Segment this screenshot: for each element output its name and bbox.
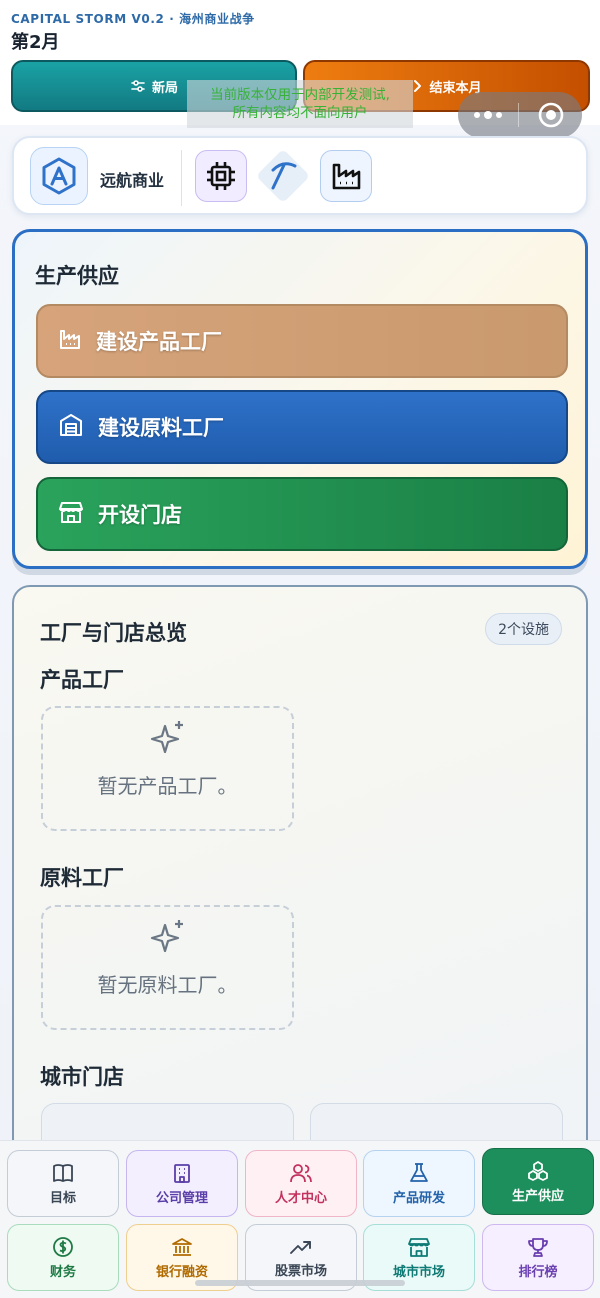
factory-icon <box>58 327 82 356</box>
build-product-factory-label: 建设产品工厂 <box>96 330 222 354</box>
company-bar: 远航商业 <box>12 136 588 215</box>
flask-icon <box>410 1162 428 1182</box>
more-dots-icon <box>474 111 502 119</box>
factory-icon[interactable] <box>320 150 372 202</box>
product-factory-empty-state: 暂无产品工厂。 <box>41 706 294 831</box>
close-miniprogram-button[interactable] <box>519 92 582 138</box>
home-indicator <box>195 1280 405 1286</box>
dev-notice-line2: 所有内容均不面向用户 <box>232 105 368 121</box>
nav-company[interactable]: 公司管理 <box>126 1150 238 1217</box>
building-icon <box>174 1163 190 1183</box>
company-divider <box>181 150 182 206</box>
city-store-section-title: 城市门店 <box>40 1065 124 1089</box>
users-icon <box>290 1163 312 1182</box>
storefront-icon <box>408 1237 430 1257</box>
bottom-nav: 目标 公司管理 人才中心 产品研发 生产供应 财务 银行融资 股票市场 城市市场… <box>0 1140 600 1298</box>
raw-factory-section-title: 原料工厂 <box>40 866 124 890</box>
chip-icon[interactable] <box>195 150 247 202</box>
nav-talent[interactable]: 人才中心 <box>245 1150 357 1217</box>
hexagon-a-icon[interactable] <box>30 147 88 205</box>
nav-leaderboard[interactable]: 排行榜 <box>482 1224 594 1291</box>
overview-title: 工厂与门店总览 <box>40 621 187 645</box>
dollar-coin-icon <box>53 1236 73 1257</box>
nav-goals[interactable]: 目标 <box>7 1150 119 1217</box>
nav-production[interactable]: 生产供应 <box>482 1148 594 1215</box>
nav-production-label: 生产供应 <box>511 1188 564 1204</box>
warehouse-icon <box>58 412 84 443</box>
nav-stock-label: 股票市场 <box>274 1263 327 1279</box>
sparkle-icon <box>150 920 183 953</box>
chevron-right-icon <box>411 79 423 93</box>
raw-factory-empty-text: 暂无原料工厂。 <box>97 973 238 997</box>
build-raw-factory-button[interactable]: 建设原料工厂 <box>36 390 568 464</box>
build-product-factory-button[interactable]: 建设产品工厂 <box>36 304 568 378</box>
open-store-label: 开设门店 <box>98 503 182 527</box>
more-options-button[interactable] <box>458 92 518 138</box>
production-title: 生产供应 <box>35 264 119 288</box>
sliders-icon <box>130 78 146 94</box>
sparkle-icon <box>150 721 183 754</box>
dev-notice-watermark: 当前版本仅用于内部开发测试, 所有内容均不面向用户 <box>187 80 413 128</box>
nav-research-label: 产品研发 <box>392 1190 445 1206</box>
boxes-icon <box>528 1160 548 1181</box>
facility-count-badge: 2个设施 <box>485 613 562 645</box>
new-game-label: 新局 <box>151 80 178 96</box>
bank-icon <box>172 1237 192 1256</box>
pickaxe-icon[interactable] <box>255 148 311 204</box>
store-icon <box>58 499 84 530</box>
trophy-icon <box>528 1237 548 1257</box>
nav-research[interactable]: 产品研发 <box>363 1150 475 1217</box>
nav-city-market-label: 城市市场 <box>392 1264 445 1280</box>
nav-leaderboard-label: 排行榜 <box>518 1264 558 1280</box>
product-factory-empty-text: 暂无产品工厂。 <box>97 774 238 798</box>
nav-bank-label: 银行融资 <box>155 1264 208 1280</box>
nav-finance-label: 财务 <box>49 1264 76 1280</box>
product-factory-section-title: 产品工厂 <box>40 668 124 692</box>
build-raw-factory-label: 建设原料工厂 <box>98 416 224 440</box>
raw-factory-empty-state: 暂无原料工厂。 <box>41 905 294 1030</box>
production-panel: 生产供应 建设产品工厂 建设原料工厂 开设门店 <box>12 229 588 569</box>
open-store-button[interactable]: 开设门店 <box>36 477 568 551</box>
nav-talent-label: 人才中心 <box>274 1190 327 1206</box>
month-label: 第2月 <box>11 32 60 53</box>
company-name: 远航商业 <box>100 171 165 190</box>
miniprogram-capsule <box>458 92 582 138</box>
target-close-icon <box>538 102 563 128</box>
dev-notice-line1: 当前版本仅用于内部开发测试, <box>210 87 390 103</box>
nav-goals-label: 目标 <box>49 1190 76 1206</box>
book-flag-icon <box>53 1163 73 1182</box>
trending-up-icon <box>290 1240 311 1254</box>
app-title: CAPITAL STORM V0.2 · 海州商业战争 <box>11 12 255 26</box>
nav-finance[interactable]: 财务 <box>7 1224 119 1291</box>
nav-company-label: 公司管理 <box>155 1190 208 1206</box>
